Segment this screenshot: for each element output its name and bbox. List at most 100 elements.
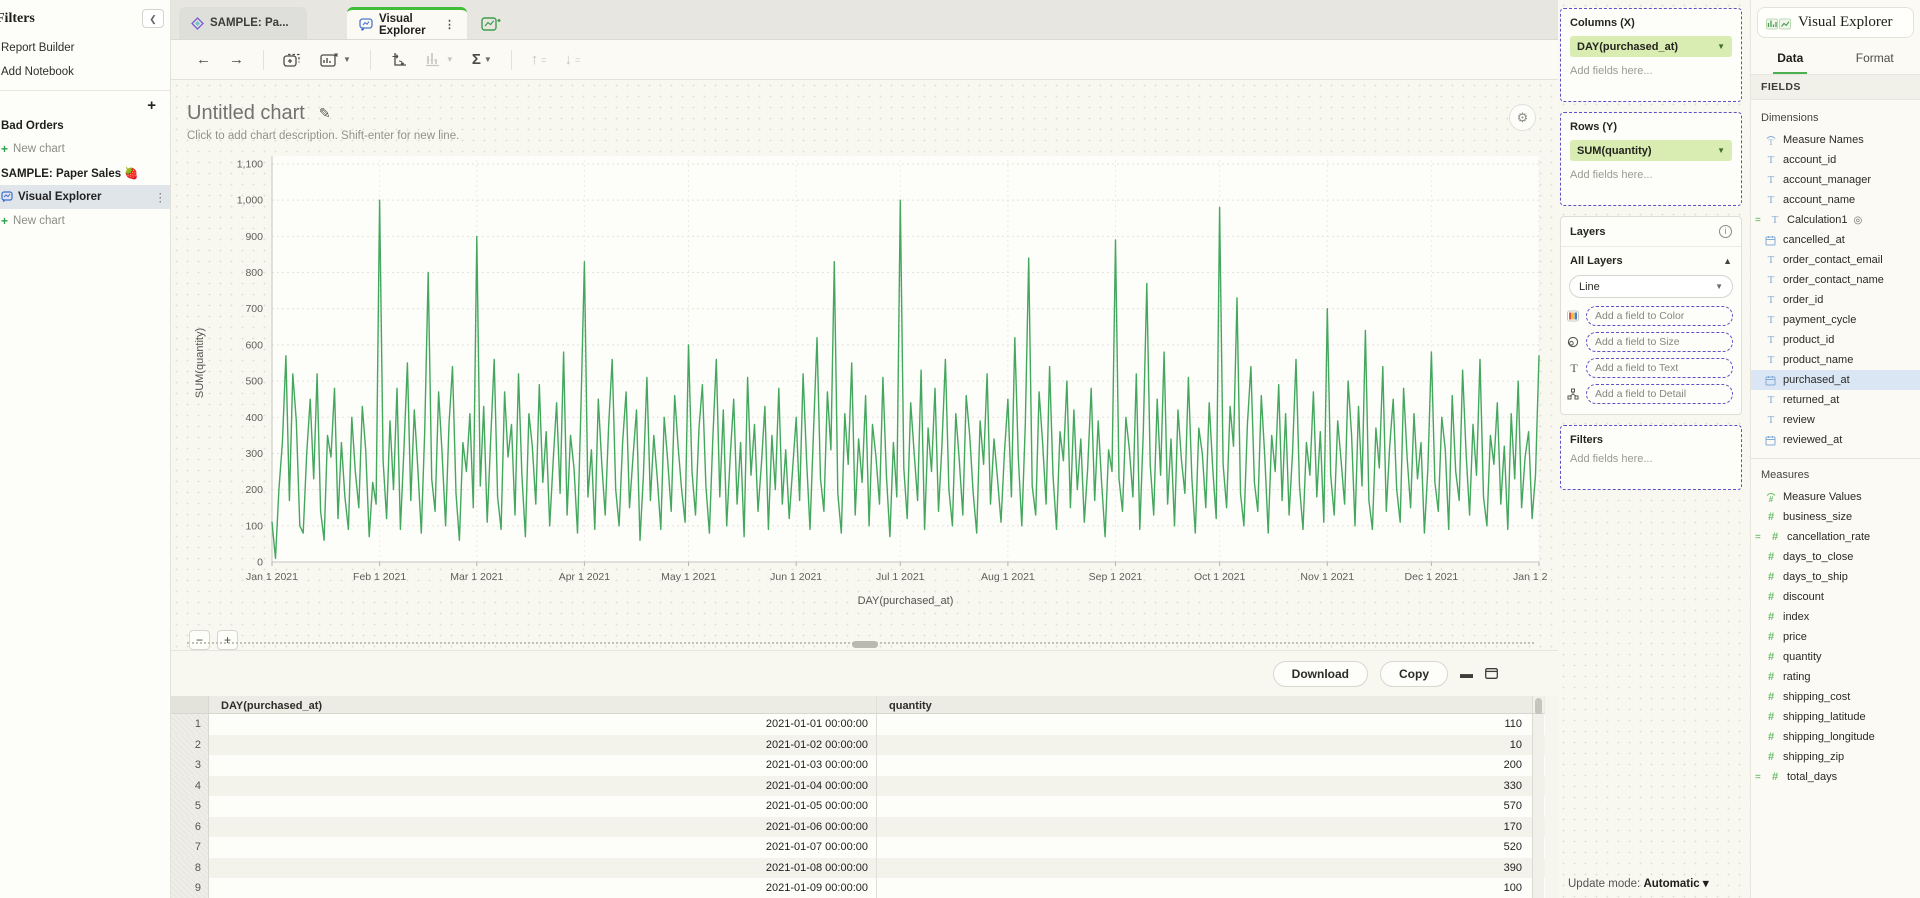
- scrollbar-thumb[interactable]: [1535, 698, 1542, 715]
- column-header-quantity[interactable]: quantity: [877, 696, 1533, 713]
- dimension-field-product-id[interactable]: Tproduct_id: [1751, 330, 1920, 350]
- scrollbar-track: [1533, 817, 1544, 838]
- zoom-in-button[interactable]: +: [217, 630, 238, 650]
- page-item-visual-explorer[interactable]: Visual Explorer ⋮: [0, 185, 170, 209]
- add-notebook-link[interactable]: Add Notebook: [0, 60, 170, 84]
- collapse-sidebar-button[interactable]: ❮: [142, 9, 164, 28]
- column-header-date[interactable]: DAY(purchased_at): [209, 696, 877, 713]
- new-chart-link-2[interactable]: + New chart: [0, 209, 170, 233]
- measure-field-quantity[interactable]: #quantity: [1751, 647, 1920, 667]
- table-row[interactable]: 22021-01-02 00:00:0010: [171, 735, 1545, 756]
- clear-chart-button[interactable]: ▼: [313, 48, 358, 71]
- tab-format[interactable]: Format: [1852, 42, 1898, 74]
- panel-drag-handle[interactable]: [852, 641, 878, 648]
- columns-x-dropzone[interactable]: Columns (X) DAY(purchased_at) ▼ Add fiel…: [1560, 8, 1742, 102]
- page-menu-icon[interactable]: ⋮: [155, 190, 167, 204]
- collapse-table-icon[interactable]: ▬: [1460, 666, 1473, 681]
- rows-field-pill[interactable]: SUM(quantity) ▼: [1570, 140, 1732, 161]
- table-row[interactable]: 92021-01-09 00:00:00100: [171, 878, 1545, 898]
- add-field-to-color-dropzone[interactable]: Add a field to Color: [1586, 306, 1733, 326]
- svg-text:600: 600: [245, 339, 263, 351]
- measure-field-shipping-latitude[interactable]: #shipping_latitude: [1751, 707, 1920, 727]
- measure-field-business-size[interactable]: #business_size: [1751, 507, 1920, 527]
- forward-button[interactable]: →: [222, 47, 251, 72]
- scrollbar-track[interactable]: [1533, 696, 1544, 713]
- filters-dropzone[interactable]: Filters Add fields here...: [1560, 425, 1742, 490]
- dimension-field-returned-at[interactable]: Treturned_at: [1751, 390, 1920, 410]
- table-row[interactable]: 42021-01-04 00:00:00330: [171, 776, 1545, 797]
- fields-panel-header[interactable]: Visual Explorer: [1757, 7, 1914, 38]
- info-icon[interactable]: i: [1719, 225, 1732, 238]
- table-row[interactable]: 62021-01-06 00:00:00170: [171, 817, 1545, 838]
- chart-description-placeholder[interactable]: Click to add chart description. Shift-en…: [187, 130, 1558, 142]
- dimension-field-review[interactable]: Treview: [1751, 410, 1920, 430]
- dimension-field-order-contact-email[interactable]: Torder_contact_email: [1751, 250, 1920, 270]
- add-field-to-size-dropzone[interactable]: Add a field to Size: [1586, 332, 1733, 352]
- edit-title-pencil-icon[interactable]: ✎: [319, 105, 331, 122]
- dimension-field-cancelled-at[interactable]: cancelled_at: [1751, 230, 1920, 250]
- download-button[interactable]: Download: [1273, 661, 1368, 687]
- zoom-out-button[interactable]: −: [189, 630, 210, 650]
- back-button[interactable]: ←: [189, 47, 218, 72]
- expand-table-icon[interactable]: [1485, 668, 1498, 679]
- report-builder-link[interactable]: Report Builder: [0, 36, 170, 60]
- add-element-button[interactable]: +: [147, 99, 156, 113]
- dimension-field-order-contact-name[interactable]: Torder_contact_name: [1751, 270, 1920, 290]
- table-row[interactable]: 12021-01-01 00:00:00110: [171, 714, 1545, 735]
- dimension-field-purchased-at[interactable]: purchased_at: [1751, 370, 1920, 390]
- line-chart[interactable]: 01002003004005006007008009001,0001,100Ja…: [187, 148, 1547, 620]
- dimension-field-calculation1[interactable]: =TCalculation1◎: [1751, 210, 1920, 230]
- table-row[interactable]: 72021-01-07 00:00:00520: [171, 837, 1545, 858]
- swap-axes-button[interactable]: [383, 48, 414, 72]
- measure-field-days-to-ship[interactable]: #days_to_ship: [1751, 567, 1920, 587]
- table-row[interactable]: 32021-01-03 00:00:00200: [171, 755, 1545, 776]
- measure-field-rating[interactable]: #rating: [1751, 667, 1920, 687]
- chart-settings-gear-icon[interactable]: ⚙: [1509, 104, 1536, 131]
- measure-field-index[interactable]: #index: [1751, 607, 1920, 627]
- measure-field-shipping-longitude[interactable]: #shipping_longitude: [1751, 727, 1920, 747]
- workbook-item-sample-paper-sales[interactable]: SAMPLE: Paper Sales 🍓: [0, 161, 170, 185]
- tab-sample-paper-sales[interactable]: SAMPLE: Pa...: [179, 7, 307, 39]
- all-layers-header[interactable]: All Layers ▲: [1561, 247, 1741, 273]
- dimension-field-measure-names[interactable]: TMeasure Names: [1751, 130, 1920, 150]
- dimension-field-product-name[interactable]: Tproduct_name: [1751, 350, 1920, 370]
- measure-field-cancellation-rate[interactable]: =#cancellation_rate: [1751, 527, 1920, 547]
- number-field-icon: #: [1765, 651, 1777, 663]
- dimension-field-account-name[interactable]: Taccount_name: [1751, 190, 1920, 210]
- measure-field-shipping-cost[interactable]: #shipping_cost: [1751, 687, 1920, 707]
- add-fields-placeholder[interactable]: Add fields here...: [1570, 65, 1732, 91]
- chart-title[interactable]: Untitled chart: [187, 102, 305, 125]
- columns-x-label: Columns (X): [1570, 17, 1732, 29]
- duplicate-element-button[interactable]: [276, 48, 309, 71]
- tab-data[interactable]: Data: [1773, 42, 1807, 74]
- aggregate-button[interactable]: Σ ▼: [465, 47, 499, 72]
- dimension-field-payment-cycle[interactable]: Tpayment_cycle: [1751, 310, 1920, 330]
- measure-field-price[interactable]: #price: [1751, 627, 1920, 647]
- add-field-to-detail-dropzone[interactable]: Add a field to Detail: [1586, 384, 1733, 404]
- table-row[interactable]: 82021-01-08 00:00:00390: [171, 858, 1545, 879]
- dimension-field-reviewed-at[interactable]: reviewed_at: [1751, 430, 1920, 450]
- tab-menu-icon[interactable]: ⋮: [444, 18, 455, 31]
- columns-field-pill[interactable]: DAY(purchased_at) ▼: [1570, 36, 1732, 57]
- measure-field-discount[interactable]: #discount: [1751, 587, 1920, 607]
- new-exploration-button[interactable]: [481, 16, 501, 32]
- field-pill-label: DAY(purchased_at): [1577, 41, 1678, 53]
- rows-y-dropzone[interactable]: Rows (Y) SUM(quantity) ▼ Add fields here…: [1560, 112, 1742, 206]
- workbook-item-bad-orders[interactable]: Bad Orders: [0, 115, 170, 137]
- table-row[interactable]: 52021-01-05 00:00:00570: [171, 796, 1545, 817]
- measure-field-days-to-close[interactable]: #days_to_close: [1751, 547, 1920, 567]
- measure-field-shipping-zip[interactable]: #shipping_zip: [1751, 747, 1920, 767]
- copy-button[interactable]: Copy: [1380, 661, 1448, 687]
- add-fields-placeholder[interactable]: Add fields here...: [1570, 453, 1732, 479]
- measure-field-total-days[interactable]: =#total_days: [1751, 767, 1920, 787]
- dimension-field-account-id[interactable]: Taccount_id: [1751, 150, 1920, 170]
- add-fields-placeholder[interactable]: Add fields here...: [1570, 169, 1732, 195]
- measure-field-measure-values[interactable]: #Measure Values: [1751, 487, 1920, 507]
- update-mode-dropdown[interactable]: Automatic ▾: [1643, 878, 1708, 890]
- new-chart-link-1[interactable]: + New chart: [0, 137, 170, 161]
- dimension-field-account-manager[interactable]: Taccount_manager: [1751, 170, 1920, 190]
- add-field-to-text-dropzone[interactable]: Add a field to Text: [1586, 358, 1733, 378]
- tab-visual-explorer[interactable]: Visual Explorer ⋮: [347, 7, 467, 39]
- mark-type-select[interactable]: Line ▼: [1569, 275, 1733, 298]
- dimension-field-order-id[interactable]: Torder_id: [1751, 290, 1920, 310]
